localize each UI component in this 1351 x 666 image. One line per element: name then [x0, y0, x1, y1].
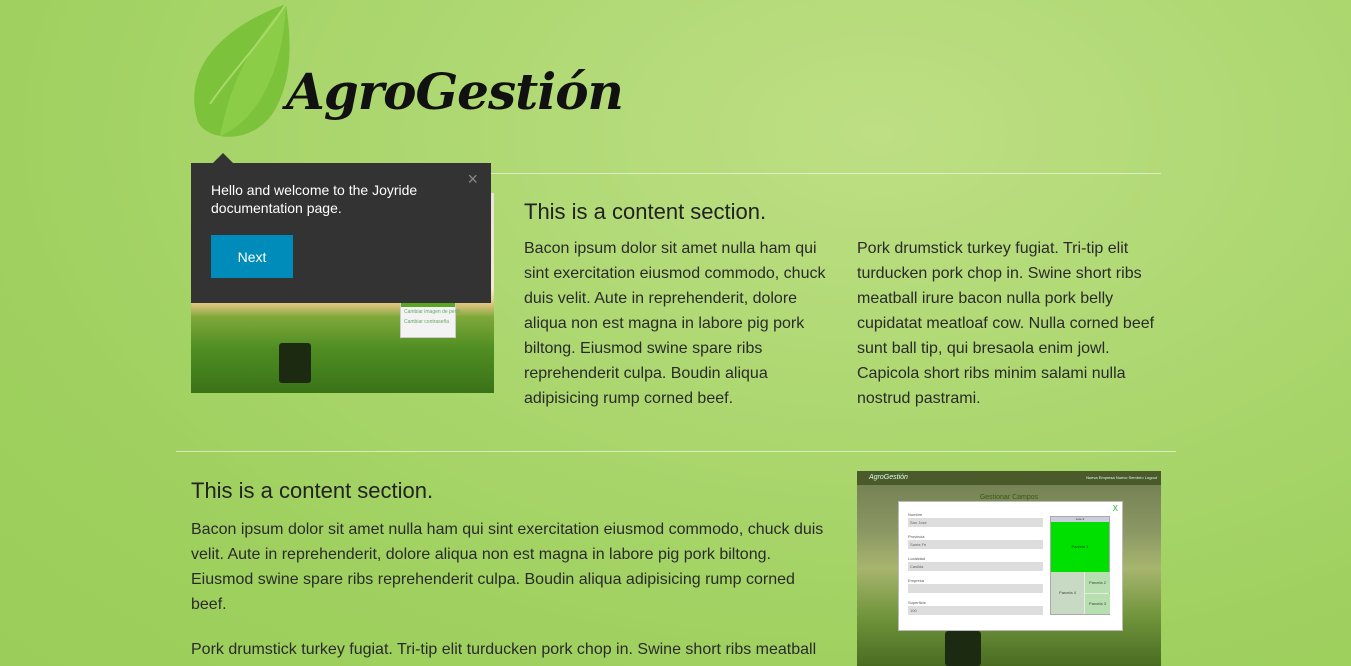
- section-1-col-1: Bacon ipsum dolor sit amet nulla ham qui…: [524, 236, 834, 411]
- profile-card: Cambiar imagen de perfil Cambiar contras…: [400, 298, 460, 338]
- section-2: This is a content section. Bacon ipsum d…: [191, 478, 831, 662]
- card-line-2: Cambiar contraseña: [404, 319, 450, 325]
- logo-text: AgroGestión: [286, 62, 624, 121]
- section-1-title-wrap: This is a content section.: [524, 199, 1164, 225]
- mini-field: Superficie 100: [908, 600, 1043, 615]
- section-1-text-1: Bacon ipsum dolor sit amet nulla ham qui…: [524, 240, 826, 407]
- mini-plot: Parcela 2: [1085, 572, 1110, 593]
- mini-field: Nombre San Jose: [908, 512, 1043, 527]
- mini-field-label: Localidad: [908, 556, 926, 561]
- section-1-text-2: Pork drumstick turkey fugiat. Tri-tip el…: [857, 240, 1155, 407]
- close-icon[interactable]: ×: [467, 169, 478, 190]
- section-2-text-2: Pork drumstick turkey fugiat. Tri-tip el…: [191, 641, 817, 658]
- mini-field-value: 100: [908, 606, 1043, 615]
- logo[interactable]: AgroGestión: [190, 4, 624, 144]
- divider-middle: [176, 451, 1176, 452]
- mini-field-label: Empresa: [908, 578, 925, 583]
- next-button[interactable]: Next: [211, 235, 293, 278]
- section-2-title: This is a content section.: [191, 478, 434, 503]
- leaf-icon: [194, 4, 290, 137]
- mini-field-value: San Jose: [908, 518, 1043, 527]
- section-1-title: This is a content section.: [524, 199, 767, 224]
- card-line-1: Cambiar imagen de perfil: [404, 309, 460, 315]
- thumbnail-image-2: AgroGestión Nueva Empresa Nuevo Sembrío …: [857, 471, 1161, 666]
- mini-topbar: AgroGestión Nueva Empresa Nuevo Sembrío …: [857, 471, 1161, 485]
- mini-field-value: Santa Fe: [908, 540, 1043, 549]
- mini-heading: Gestionar Campos: [979, 494, 1039, 501]
- mini-modal: X Nombre San Jose Provincia Santa Fe Loc…: [898, 501, 1123, 631]
- tractor-graphic: [945, 631, 981, 666]
- mini-plot: Parcela 1: [1051, 522, 1109, 572]
- joyride-text: Hello and welcome to the Joyride documen…: [211, 182, 418, 216]
- tractor-graphic: [279, 343, 311, 383]
- section-1-col-2: Pork drumstick turkey fugiat. Tri-tip el…: [857, 236, 1162, 411]
- mini-field-label: Superficie: [908, 600, 926, 605]
- mini-brand: AgroGestión: [869, 474, 908, 481]
- joyride-tooltip: Hello and welcome to the Joyride documen…: [191, 163, 491, 303]
- joyride-nub: [213, 153, 233, 163]
- mini-field-label: Nombre: [908, 512, 923, 517]
- mini-plot: Parcela 3: [1085, 594, 1110, 614]
- mini-field: Localidad Casilda: [908, 556, 1043, 571]
- mini-field-value: [908, 584, 1043, 593]
- mini-field: Empresa: [908, 578, 1043, 593]
- mini-plot-map: Lote 3 Parcela 1 Parcela 4 Parcela 2 Par…: [1050, 516, 1110, 615]
- mini-field-value: Casilda: [908, 562, 1043, 571]
- mini-nav: Nueva Empresa Nuevo Sembrío Logout: [1086, 475, 1157, 480]
- mini-field-label: Provincia: [908, 534, 925, 539]
- mini-close-icon: X: [1112, 504, 1118, 513]
- mini-plot: Parcela 4: [1051, 572, 1084, 614]
- mini-field: Provincia Santa Fe: [908, 534, 1043, 549]
- section-2-text-1: Bacon ipsum dolor sit amet nulla ham qui…: [191, 521, 824, 613]
